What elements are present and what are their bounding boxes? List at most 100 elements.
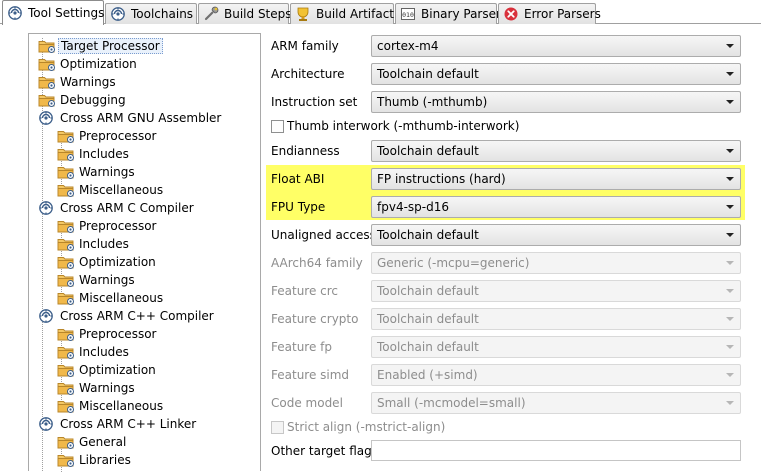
checkbox-label: Strict align (-mstrict-align) <box>287 420 446 434</box>
fpu-type-combo[interactable]: fpv4-sp-d16 <box>371 196 741 218</box>
strict-align-checkbox[interactable]: Strict align (-mstrict-align) <box>271 419 445 435</box>
folder-gear-icon <box>38 74 56 90</box>
thumb-interwork-checkbox[interactable]: Thumb interwork (-mthumb-interwork) <box>271 118 519 134</box>
folder-gear-icon <box>57 398 75 414</box>
folder-gear-icon <box>57 128 75 144</box>
tree-item-label: Miscellaneous <box>79 291 164 305</box>
folder-gear-icon <box>57 254 75 270</box>
settings-tree[interactable]: Target Processor Optimization Warnings D… <box>28 33 261 472</box>
chevron-down-icon <box>726 345 734 349</box>
architecture-combo[interactable]: Toolchain default <box>371 63 741 85</box>
tree-item-linker-libraries[interactable]: Libraries <box>57 451 133 469</box>
tree-item-asm-includes[interactable]: Includes <box>57 145 131 163</box>
tree-item-cpp-compiler[interactable]: Cross ARM C++ Compiler <box>38 307 216 325</box>
tab-label: Error Parsers <box>524 7 601 21</box>
tab-label: Build Artifact <box>316 7 394 21</box>
tree-item-c-compiler[interactable]: Cross ARM C Compiler <box>38 199 196 217</box>
combo-value: cortex-m4 <box>377 39 439 53</box>
chevron-down-icon <box>726 72 734 76</box>
tree-item-assembler[interactable]: Cross ARM GNU Assembler <box>38 109 223 127</box>
tab-error-parsers[interactable]: Error Parsers <box>498 3 601 24</box>
tree-item-cpp-linker[interactable]: Cross ARM C++ Linker <box>38 415 198 433</box>
folder-gear-icon <box>57 272 75 288</box>
float-abi-combo[interactable]: FP instructions (hard) <box>371 168 741 190</box>
error-icon <box>504 7 518 21</box>
tree-item-asm-warnings[interactable]: Warnings <box>57 163 137 181</box>
tab-binary-parsers[interactable]: 010 Binary Parsers <box>395 3 507 24</box>
feature-crypto-label: Feature crypto <box>271 312 359 326</box>
gear-icon <box>38 416 54 432</box>
chevron-down-icon <box>726 289 734 293</box>
instruction-set-combo[interactable]: Thumb (-mthumb) <box>371 91 741 113</box>
tree-item-cpp-warnings[interactable]: Warnings <box>57 379 137 397</box>
other-target-flags-input[interactable] <box>371 440 741 461</box>
tab-toolchains[interactable]: Toolchains <box>105 3 197 24</box>
tab-build-steps[interactable]: Build Steps <box>198 3 292 24</box>
combo-value: Toolchain default <box>377 284 479 298</box>
tree-item-optimization[interactable]: Optimization <box>38 55 139 73</box>
feature-simd-combo[interactable]: Enabled (+simd) <box>371 364 741 386</box>
chevron-down-icon <box>726 44 734 48</box>
tree-item-label: Optimization <box>79 255 156 269</box>
gear-icon <box>7 5 23 21</box>
tree-item-c-includes[interactable]: Includes <box>57 235 131 253</box>
aarch64-family-label: AArch64 family <box>271 256 363 270</box>
other-target-flags-label: Other target flags <box>271 444 378 458</box>
chevron-down-icon <box>726 401 734 405</box>
tree-item-label: Miscellaneous <box>79 183 164 197</box>
chevron-down-icon <box>726 373 734 377</box>
folder-gear-icon <box>38 38 56 54</box>
tree-item-label: Includes <box>79 345 129 359</box>
tree-item-c-miscellaneous[interactable]: Miscellaneous <box>57 289 165 307</box>
tree-item-c-preprocessor[interactable]: Preprocessor <box>57 217 158 235</box>
checkbox-box[interactable] <box>271 119 284 133</box>
tab-label: Binary Parsers <box>421 7 508 21</box>
binary-icon: 010 <box>401 8 415 20</box>
tree-item-c-optimization[interactable]: Optimization <box>57 253 158 271</box>
fpu-type-label: FPU Type <box>271 200 326 214</box>
feature-fp-combo[interactable]: Toolchain default <box>371 336 741 358</box>
chevron-down-icon <box>726 177 734 181</box>
endianness-combo[interactable]: Toolchain default <box>371 140 741 162</box>
tab-tool-settings[interactable]: Tool Settings <box>2 0 104 25</box>
tree-item-label: Cross ARM C Compiler <box>60 201 194 215</box>
feature-crypto-combo[interactable]: Toolchain default <box>371 308 741 330</box>
chevron-down-icon <box>726 261 734 265</box>
checkbox-label: Thumb interwork (-mthumb-interwork) <box>287 119 520 133</box>
tree-item-c-warnings[interactable]: Warnings <box>57 271 137 289</box>
combo-value: Toolchain default <box>377 67 479 81</box>
tree-item-cpp-miscellaneous[interactable]: Miscellaneous <box>57 397 165 415</box>
aarch64-family-combo[interactable]: Generic (-mcpu=generic) <box>371 252 741 274</box>
tree-item-cpp-optimization[interactable]: Optimization <box>57 361 158 379</box>
gear-icon <box>38 110 54 126</box>
checkbox-box[interactable] <box>271 420 284 434</box>
folder-gear-icon <box>57 182 75 198</box>
tree-item-debugging[interactable]: Debugging <box>38 91 128 109</box>
tree-item-asm-miscellaneous[interactable]: Miscellaneous <box>57 181 165 199</box>
tree-item-label: Cross ARM GNU Assembler <box>60 111 222 125</box>
feature-crc-label: Feature crc <box>271 284 339 298</box>
combo-value: Generic (-mcpu=generic) <box>377 256 530 270</box>
code-model-combo[interactable]: Small (-mcmodel=small) <box>371 392 741 414</box>
tree-item-cpp-includes[interactable]: Includes <box>57 343 131 361</box>
chevron-down-icon <box>726 100 734 104</box>
tree-item-cpp-preprocessor[interactable]: Preprocessor <box>57 325 158 343</box>
feature-crc-combo[interactable]: Toolchain default <box>371 280 741 302</box>
tree-item-warnings[interactable]: Warnings <box>38 73 118 91</box>
tree-item-label: Miscellaneous <box>79 399 164 413</box>
chevron-down-icon <box>726 317 734 321</box>
folder-gear-icon <box>38 56 56 72</box>
arm-family-label: ARM family <box>271 39 339 53</box>
tree-item-label: Warnings <box>79 165 135 179</box>
tree-item-asm-preprocessor[interactable]: Preprocessor <box>57 127 158 145</box>
tab-label: Toolchains <box>131 7 194 21</box>
tree-item-target-processor[interactable]: Target Processor <box>38 37 163 55</box>
folder-gear-icon <box>57 164 75 180</box>
tree-item-linker-general[interactable]: General <box>57 433 128 451</box>
tree-item-label: Warnings <box>60 75 116 89</box>
unaligned-access-combo[interactable]: Toolchain default <box>371 224 741 246</box>
tab-build-artifact[interactable]: Build Artifact <box>290 3 394 24</box>
combo-value: Thumb (-mthumb) <box>377 95 488 109</box>
arm-family-combo[interactable]: cortex-m4 <box>371 35 741 57</box>
folder-gear-icon <box>57 380 75 396</box>
